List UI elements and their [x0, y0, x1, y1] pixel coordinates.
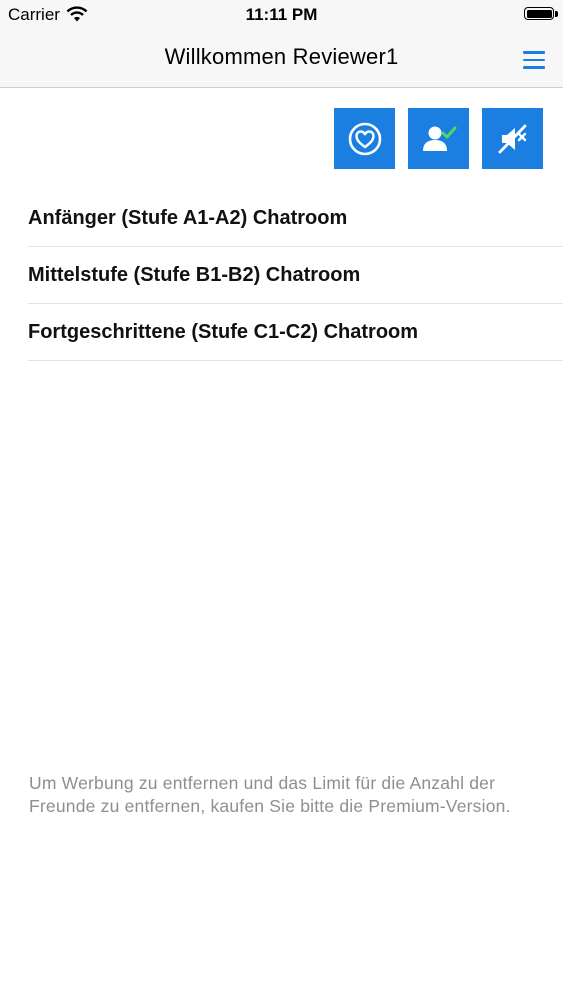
page-title: Willkommen Reviewer1 [164, 44, 399, 69]
hamburger-menu-icon[interactable] [523, 46, 545, 70]
favorites-button[interactable] [334, 108, 395, 169]
chatroom-label: Fortgeschrittene (Stufe C1-C2) Chatroom [28, 321, 419, 343]
list-item-chatroom-beginner[interactable]: Anfänger (Stufe A1-A2) Chatroom [28, 190, 563, 247]
premium-note: Um Werbung zu entfernen und das Limit fü… [29, 773, 511, 816]
chatroom-label: Mittelstufe (Stufe B1-B2) Chatroom [28, 264, 361, 286]
mute-button[interactable] [482, 108, 543, 169]
battery-tip [555, 11, 558, 17]
chatroom-list: Anfänger (Stufe A1-A2) Chatroom Mittelst… [28, 190, 563, 361]
heart-icon [348, 122, 381, 155]
speaker-muted-icon [498, 124, 526, 153]
battery-icon [524, 7, 554, 20]
status-bar: Carrier 11:11 PM [0, 0, 563, 30]
list-item-chatroom-advanced[interactable]: Fortgeschrittene (Stufe C1-C2) Chatroom [28, 304, 563, 361]
chatroom-label: Anfänger (Stufe A1-A2) Chatroom [28, 207, 348, 229]
list-item-chatroom-intermediate[interactable]: Mittelstufe (Stufe B1-B2) Chatroom [28, 247, 563, 304]
friends-button[interactable] [408, 108, 469, 169]
navigation-bar: Willkommen Reviewer1 [0, 30, 563, 88]
user-check-icon [422, 126, 456, 151]
status-time: 11:11 PM [245, 5, 318, 24]
